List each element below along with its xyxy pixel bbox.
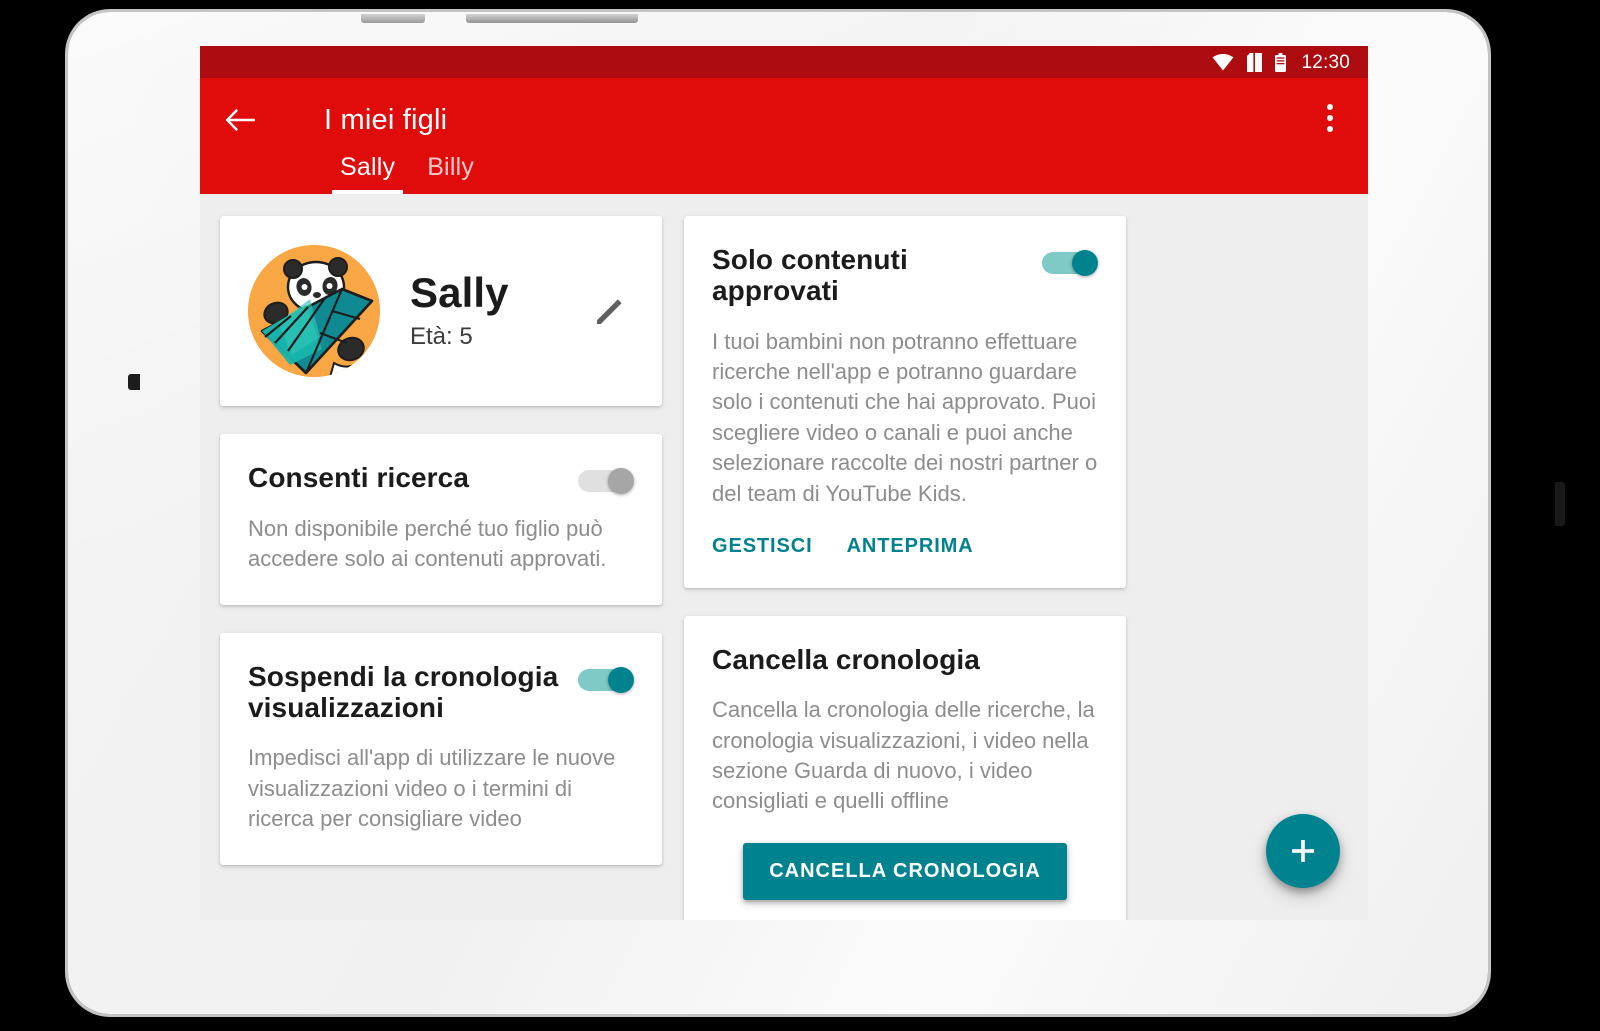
wifi-icon	[1213, 53, 1234, 70]
back-button[interactable]	[212, 92, 268, 148]
clear-history-card: Cancella cronologia Cancella la cronolog…	[684, 615, 1126, 920]
page-title: I miei figli	[324, 104, 448, 136]
toggle-knob	[608, 468, 634, 494]
allow-search-description: Non disponibile perché tuo figlio può ac…	[248, 516, 607, 572]
content-area: Sally Età: 5 Consenti ricerca Non dispon…	[200, 194, 1368, 920]
toggle-knob	[1072, 250, 1098, 276]
right-column: Solo contenuti approvati I tuoi bambini …	[684, 216, 1126, 920]
device-left-button[interactable]	[128, 374, 140, 390]
panda-leaf-avatar	[248, 245, 380, 377]
left-column: Sally Età: 5 Consenti ricerca Non dispon…	[220, 216, 662, 920]
manage-button[interactable]: GESTISCI	[712, 535, 813, 558]
status-bar-clock: 12:30	[1301, 51, 1350, 73]
more-vertical-icon-dot	[1327, 126, 1333, 132]
sim-card-icon	[1247, 52, 1263, 72]
panda-leaf-avatar-art	[248, 245, 380, 377]
approved-content-card: Solo contenuti approvati I tuoi bambini …	[684, 216, 1126, 588]
status-bar: 12:30	[200, 46, 1368, 78]
pause-watch-history-card: Sospendi la cronologia visualizzazioni I…	[220, 632, 662, 865]
toggle-knob	[608, 666, 634, 693]
overflow-menu-button[interactable]	[1306, 92, 1354, 144]
child-age: Età: 5	[410, 323, 473, 351]
tab-billy[interactable]: Billy	[411, 153, 490, 194]
tab-sally[interactable]: Sally	[324, 153, 411, 194]
device-top-button-left[interactable]	[361, 14, 425, 23]
child-name: Sally	[410, 268, 509, 316]
clear-history-button[interactable]: CANCELLA CRONOLOGIA	[743, 842, 1067, 900]
allow-search-toggle[interactable]	[578, 468, 634, 494]
approved-content-header: Solo contenuti approvati	[712, 244, 1098, 307]
approved-content-toggle[interactable]	[1042, 250, 1098, 276]
app-bar: I miei figli Sally Billy	[200, 78, 1368, 194]
pencil-icon	[597, 299, 622, 324]
pause-history-description: Impedisci all'app di utilizzare le nuove…	[248, 745, 616, 832]
approved-content-actions: GESTISCI ANTEPRIMA	[712, 535, 1098, 558]
battery-icon	[1275, 52, 1287, 72]
pause-history-header: Sospendi la cronologia visualizzazioni	[248, 661, 634, 724]
clear-history-button-wrap: CANCELLA CRONOLOGIA	[712, 842, 1098, 900]
clear-history-title: Cancella cronologia	[712, 643, 980, 675]
approved-content-description: I tuoi bambini non potranno effettuare r…	[712, 328, 1098, 506]
child-profile-card[interactable]: Sally Età: 5	[220, 216, 662, 406]
profile-text-block: Sally Età: 5	[410, 268, 582, 351]
allow-search-title: Consenti ricerca	[248, 462, 470, 493]
allow-search-header: Consenti ricerca	[248, 462, 634, 494]
more-vertical-icon-dot	[1327, 115, 1333, 121]
clear-history-description: Cancella la cronologia delle ricerche, l…	[712, 697, 1095, 814]
pause-history-toggle[interactable]	[578, 666, 634, 693]
tablet-screen: 12:30 I miei figli Sally Billy Sally Età…	[200, 46, 1368, 920]
pause-history-title: Sospendi la cronologia visualizzazioni	[248, 660, 559, 724]
back-arrow-icon	[226, 109, 255, 131]
more-vertical-icon-dot	[1327, 104, 1333, 110]
device-top-button-right[interactable]	[466, 14, 638, 23]
preview-button[interactable]: ANTEPRIMA	[847, 535, 974, 558]
approved-content-title: Solo contenuti approvati	[712, 244, 908, 307]
add-child-fab[interactable]	[1266, 814, 1340, 888]
allow-search-card: Consenti ricerca Non disponibile perché …	[220, 434, 662, 605]
plus-icon	[1292, 840, 1314, 862]
edit-profile-button[interactable]	[582, 283, 638, 339]
tab-strip: Sally Billy	[324, 153, 490, 194]
device-power-button[interactable]	[1555, 482, 1565, 526]
